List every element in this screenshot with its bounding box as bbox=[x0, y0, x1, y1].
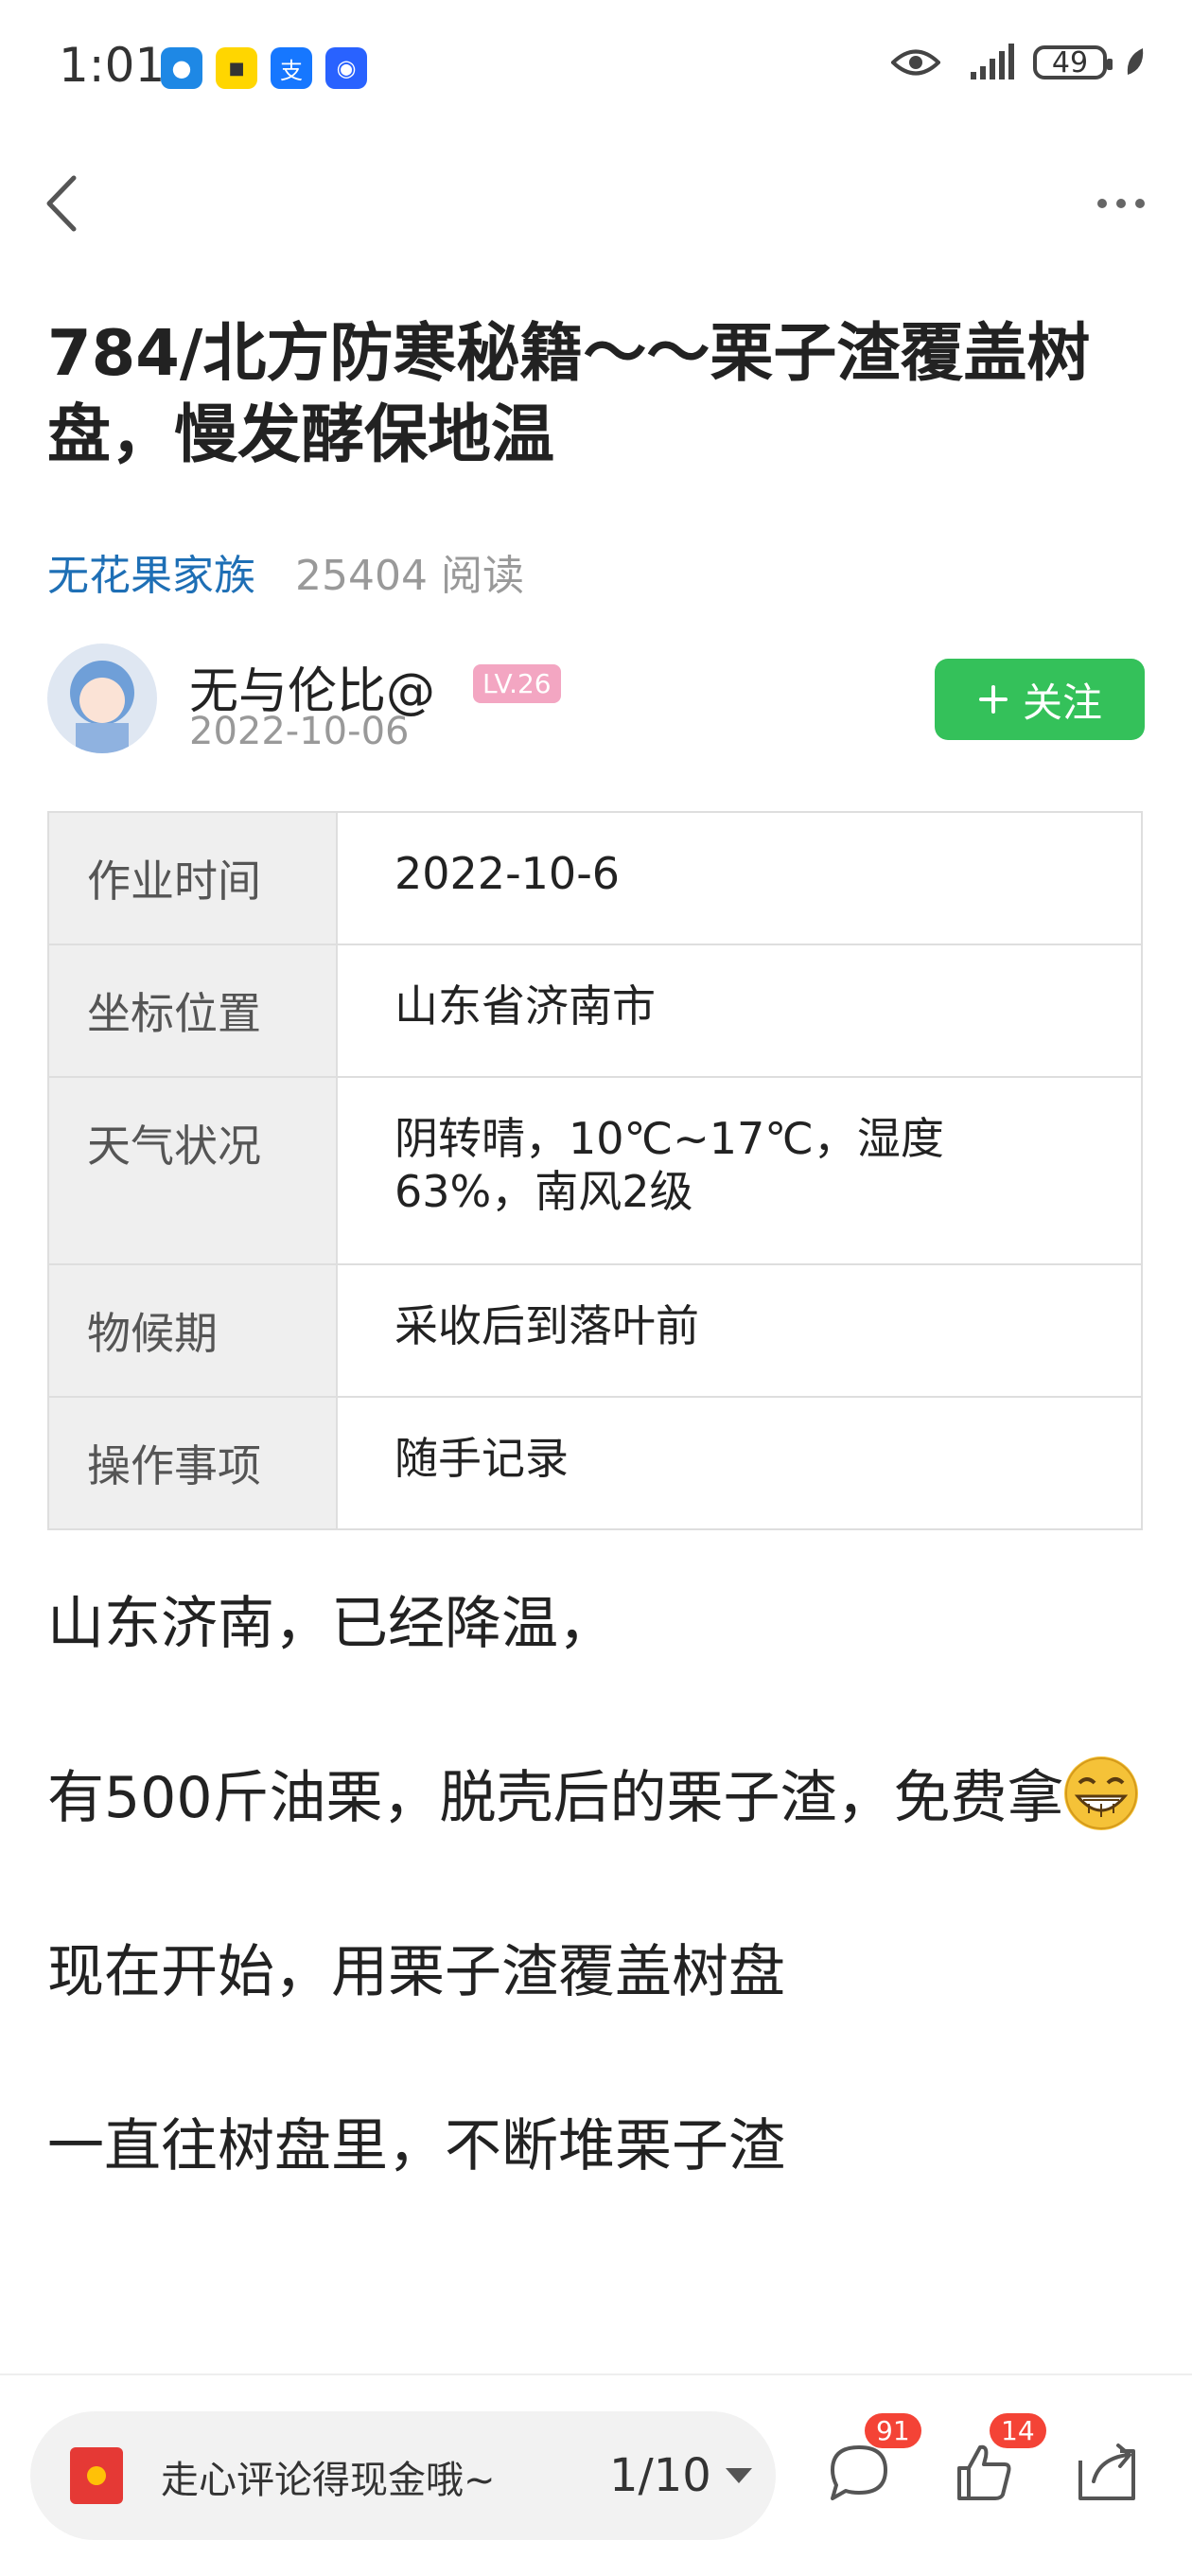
signal-icon bbox=[971, 44, 1014, 79]
red-envelope-icon bbox=[70, 2447, 123, 2504]
status-time: 1:01 bbox=[59, 38, 166, 93]
level-badge: LV.26 bbox=[473, 664, 561, 703]
battery-icon: 49 bbox=[1033, 45, 1113, 79]
grinning-face-icon bbox=[1063, 1756, 1138, 1830]
table-row: 天气状况 阴转晴，10℃~17℃，湿度63%，南风2级 bbox=[47, 1076, 1143, 1265]
notification-icons: ● ■ 支 ◉ bbox=[161, 47, 367, 89]
paragraph: 有500斤油栗，脱壳后的栗子渣，免费拿 bbox=[47, 1755, 1154, 1842]
back-button[interactable] bbox=[28, 161, 95, 246]
table-key: 坐标位置 bbox=[47, 944, 338, 1078]
paragraph-text: 有500斤油栗，脱壳后的栗子渣，免费拿 bbox=[47, 1765, 1064, 1831]
comment-button[interactable]: 91 bbox=[821, 2413, 921, 2510]
comment-prompt: 走心评论得现金哦~ bbox=[161, 2459, 496, 2502]
status-bar: 1:01 ● ■ 支 ◉ 49 bbox=[0, 0, 1192, 132]
more-dot-icon bbox=[1135, 199, 1145, 208]
table-row: 作业时间 2022-10-6 bbox=[47, 811, 1143, 945]
status-right: 49 bbox=[891, 44, 1147, 81]
plus-icon bbox=[978, 685, 1008, 714]
share-button[interactable] bbox=[1067, 2434, 1143, 2510]
comment-count-badge: 91 bbox=[865, 2413, 921, 2448]
table-key: 操作事项 bbox=[47, 1396, 338, 1530]
table-key: 作业时间 bbox=[47, 811, 338, 945]
more-dot-icon bbox=[1116, 199, 1126, 208]
read-count: 25404 阅读 bbox=[295, 552, 524, 600]
post-date: 2022-10-06 bbox=[189, 710, 410, 753]
author-row: 无与伦比@ LV.26 2022-10-06 关注 bbox=[47, 644, 1145, 767]
table-value: 山东省济南市 bbox=[336, 944, 1143, 1078]
chevron-left-icon bbox=[46, 175, 77, 232]
table-key: 天气状况 bbox=[47, 1076, 338, 1265]
article-title: 784/北方防寒秘籍～～栗子渣覆盖树盘，慢发酵保地温 bbox=[47, 316, 1091, 471]
follow-button[interactable]: 关注 bbox=[935, 659, 1145, 740]
like-count-badge: 14 bbox=[990, 2413, 1046, 2448]
like-button[interactable]: 14 bbox=[946, 2413, 1046, 2510]
paragraph: 现在开始，用栗子渣覆盖树盘 bbox=[47, 1939, 785, 2005]
table-value: 采收后到落叶前 bbox=[336, 1263, 1143, 1398]
message-app-icon: ● bbox=[161, 47, 202, 89]
bottom-action-bar: 走心评论得现金哦~ 1/10 91 14 bbox=[0, 2373, 1192, 2576]
group-link[interactable]: 无花果家族 bbox=[47, 552, 255, 600]
grinning-face-svg bbox=[1064, 1757, 1137, 1829]
article-meta: 无花果家族 25404 阅读 bbox=[47, 541, 524, 602]
alipay-app-icon: 支 bbox=[271, 47, 312, 89]
avatar[interactable] bbox=[47, 644, 157, 753]
table-value: 2022-10-6 bbox=[336, 811, 1143, 945]
more-options-button[interactable] bbox=[1078, 170, 1164, 237]
more-dot-icon bbox=[1097, 199, 1107, 208]
table-row: 坐标位置 山东省济南市 bbox=[47, 944, 1143, 1078]
table-value: 随手记录 bbox=[336, 1396, 1143, 1530]
page-indicator[interactable]: 1/10 bbox=[609, 2449, 711, 2502]
eye-icon bbox=[891, 49, 940, 76]
table-row: 物候期 采收后到落叶前 bbox=[47, 1263, 1143, 1398]
follow-label: 关注 bbox=[1022, 679, 1102, 726]
table-key: 物候期 bbox=[47, 1263, 338, 1398]
paragraph: 山东济南，已经降温， bbox=[47, 1591, 615, 1657]
top-nav bbox=[0, 151, 1192, 256]
paragraph: 一直往树盘里，不断堆栗子渣 bbox=[47, 2113, 785, 2179]
avatar-image bbox=[47, 644, 157, 753]
article-body: 山东济南，已经降温， 有500斤油栗，脱壳后的栗子渣，免费拿 现在开始，用栗子渣… bbox=[47, 1580, 1154, 2190]
comment-input[interactable]: 走心评论得现金哦~ 1/10 bbox=[30, 2411, 776, 2540]
share-icon bbox=[1078, 2444, 1135, 2500]
leaf-icon bbox=[1127, 48, 1144, 75]
meituan-app-icon: ■ bbox=[216, 47, 257, 89]
table-value: 阴转晴，10℃~17℃，湿度63%，南风2级 bbox=[336, 1076, 1143, 1265]
security-app-icon: ◉ bbox=[325, 47, 367, 89]
battery-level: 49 bbox=[1051, 45, 1089, 79]
caret-down-icon[interactable] bbox=[726, 2468, 752, 2483]
farm-record-table: 作业时间 2022-10-6 坐标位置 山东省济南市 天气状况 阴转晴，10℃~… bbox=[47, 811, 1143, 1530]
table-row: 操作事项 随手记录 bbox=[47, 1396, 1143, 1530]
